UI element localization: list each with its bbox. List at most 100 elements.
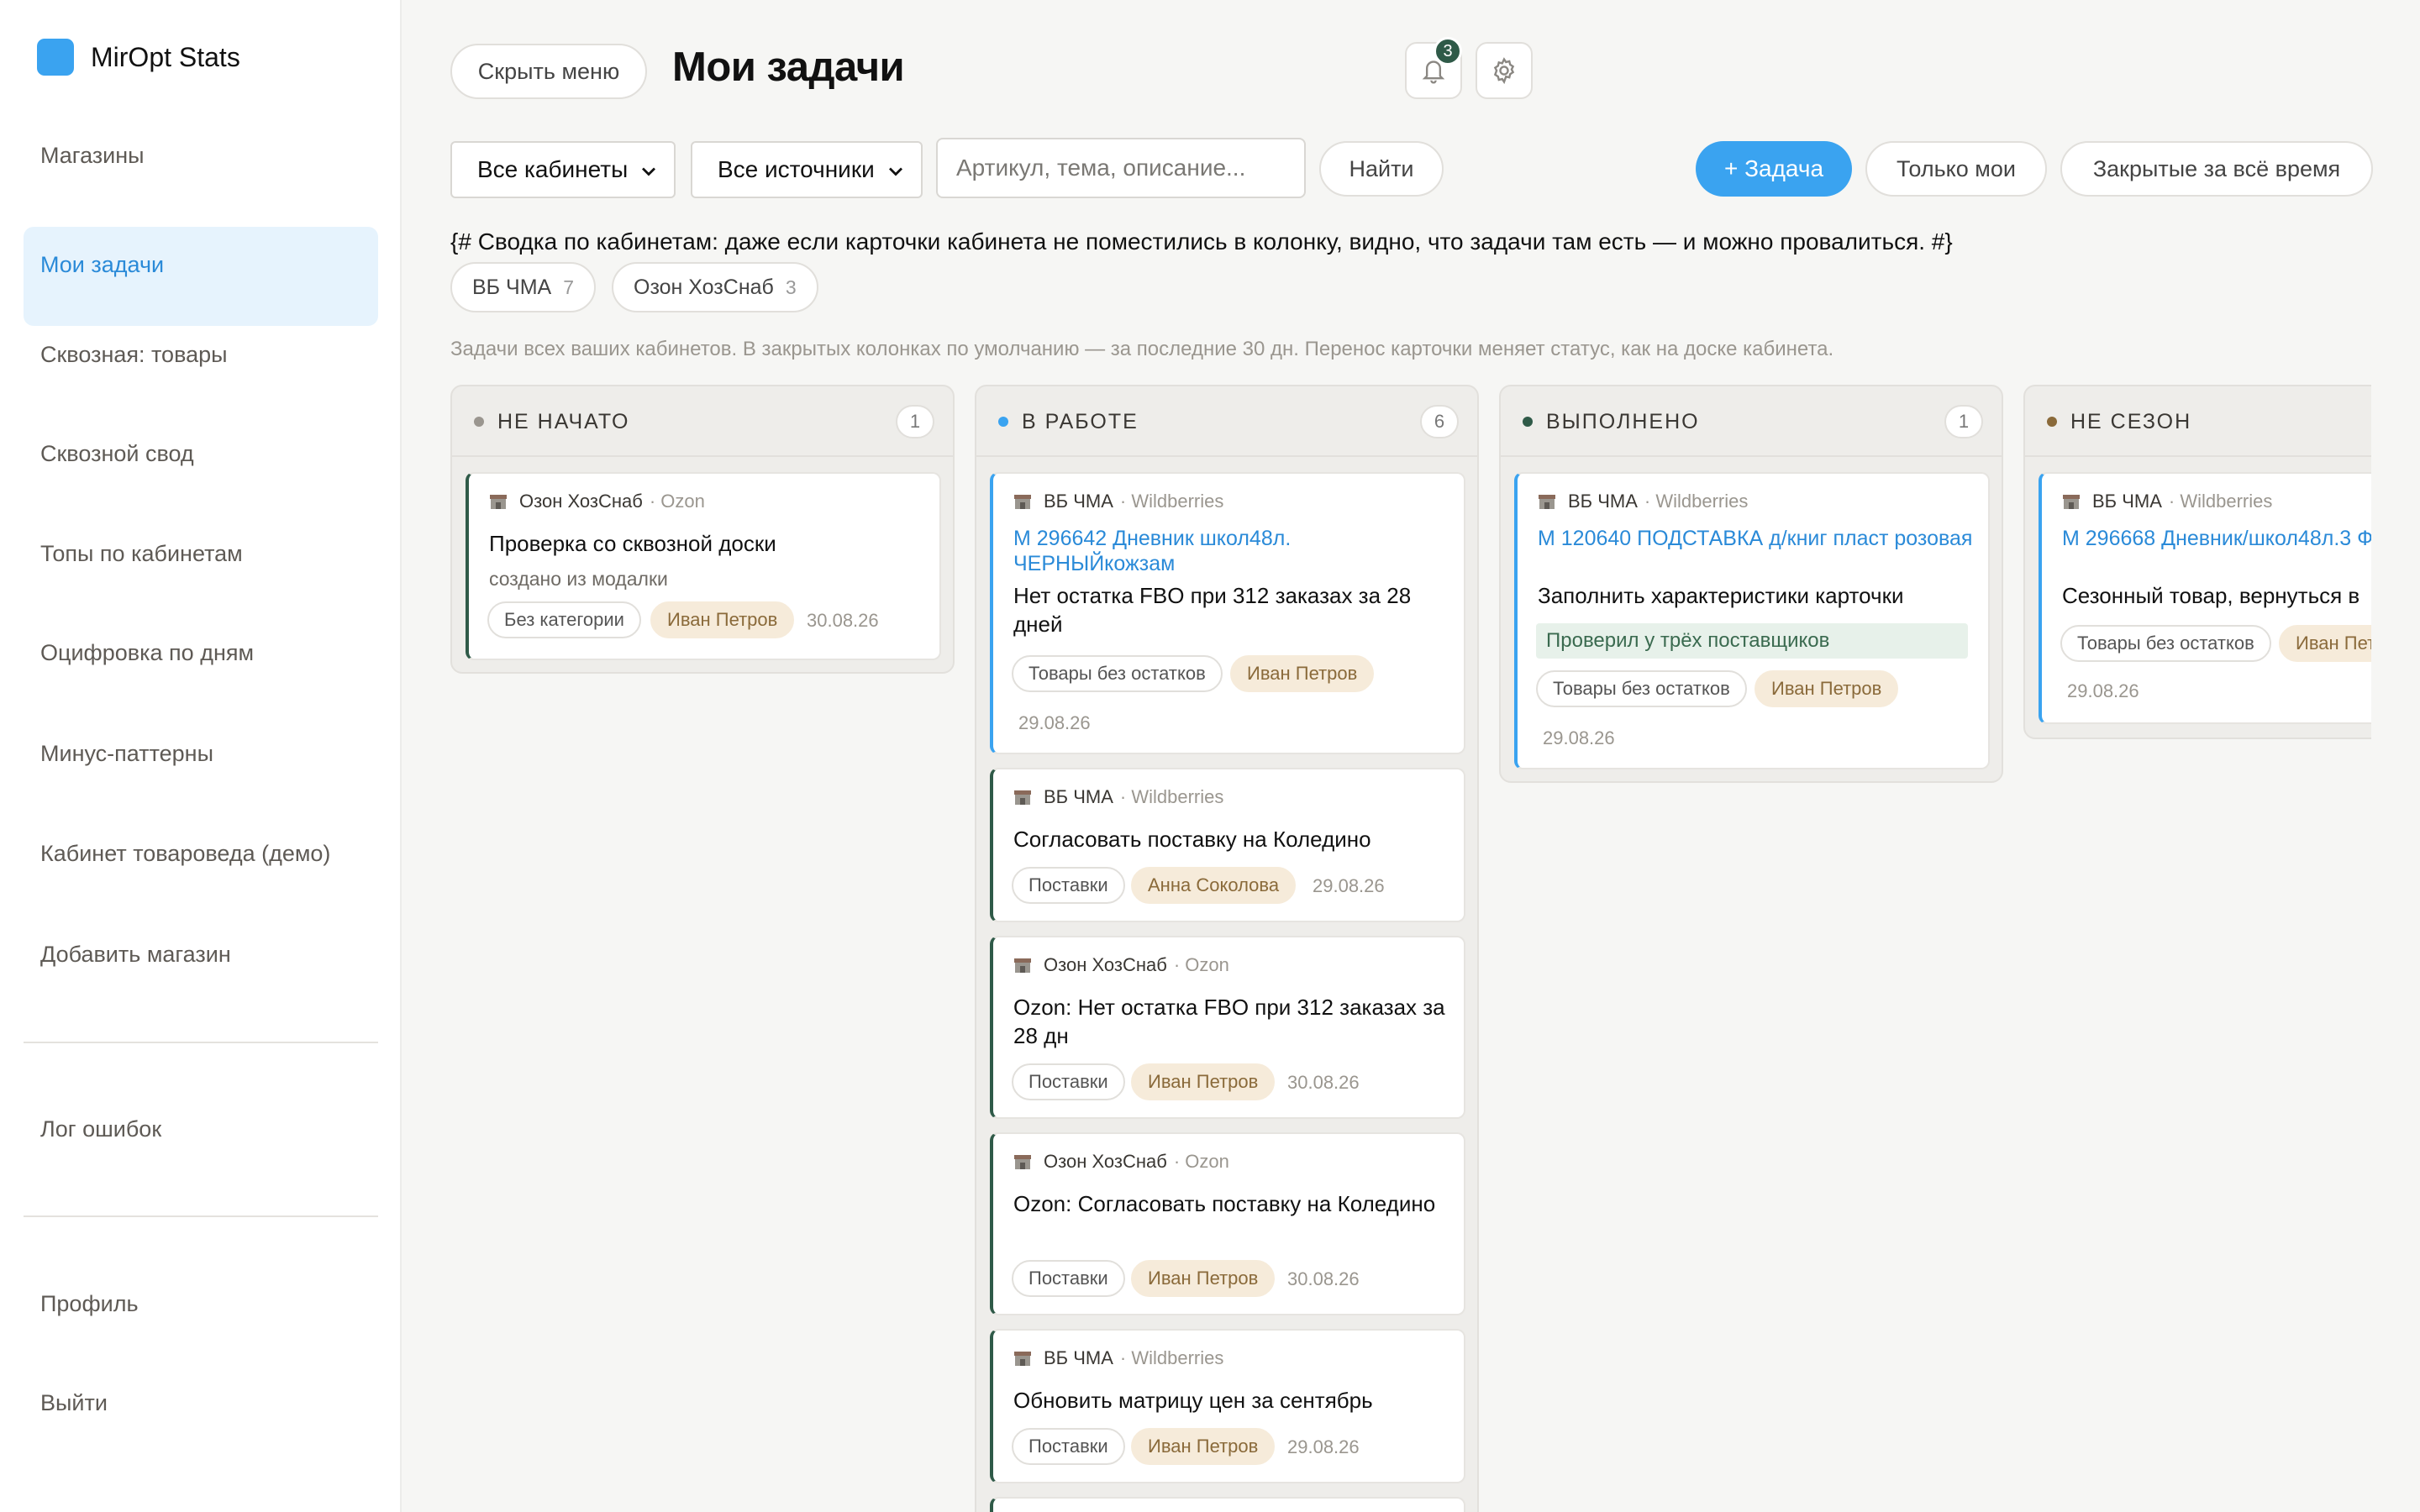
- only-mine-button[interactable]: Только мои: [1865, 141, 2047, 197]
- category-tag[interactable]: Поставки: [1012, 1063, 1125, 1100]
- task-card[interactable]: ВБ ЧМА · Wildberries Согласовать поставк…: [990, 768, 1465, 922]
- task-card[interactable]: [990, 1497, 1465, 1512]
- assignee-tag[interactable]: Иван Петров: [1230, 655, 1375, 692]
- sidebar-item-logout[interactable]: Выйти: [24, 1353, 378, 1452]
- card-shop: Озон ХозСнаб: [1044, 1151, 1167, 1172]
- card-note: Проверил у трёх поставщиков: [1536, 623, 1968, 659]
- sidebar-item-shops[interactable]: Магазины: [24, 106, 378, 205]
- notifications-badge: 3: [1434, 37, 1462, 66]
- sidebar-item-cross-products[interactable]: Сквозная: товары: [24, 305, 378, 404]
- card-source: · Ozon: [1173, 954, 1229, 975]
- column-not-started: НЕ НАЧАТО 1 Озон ХозСнаб · Ozon Проверка…: [450, 385, 955, 674]
- sidebar-item-label: Мои задачи: [40, 252, 165, 277]
- category-tag[interactable]: Поставки: [1012, 1260, 1125, 1297]
- card-shop: ВБ ЧМА: [1044, 491, 1113, 512]
- sidebar-item-profile[interactable]: Профиль: [24, 1254, 378, 1353]
- sidebar-item-merch-cabinet[interactable]: Кабинет товароведа (демо): [24, 804, 378, 903]
- shop-icon: [1014, 495, 1031, 509]
- source-select-value: Все источники: [718, 156, 875, 182]
- column-header: НЕ НАЧАТО 1: [452, 386, 953, 457]
- product-link[interactable]: М 296668 Дневник/школ48л.3 ФЛОРА: [2062, 526, 2371, 551]
- closed-all-time-button[interactable]: Закрытые за всё время: [2060, 141, 2373, 197]
- sidebar-item-tops[interactable]: Топы по кабинетам: [24, 504, 378, 603]
- column-count: 6: [1420, 405, 1459, 438]
- column-title: НЕ НАЧАТО: [497, 410, 630, 433]
- assignee-tag[interactable]: Иван Петров: [650, 601, 795, 638]
- search-input[interactable]: [936, 138, 1306, 198]
- sidebar-item-label: Сквозной свод: [40, 440, 194, 466]
- assignee-tag[interactable]: Иван Петров: [1131, 1063, 1276, 1100]
- card-date: 30.08.26: [1287, 1268, 1360, 1289]
- card-source: · Ozon: [649, 491, 705, 512]
- card-title: Обновить матрицу цен за сентябрь: [1013, 1388, 1373, 1413]
- assignee-tag[interactable]: Иван Петров: [1131, 1260, 1276, 1297]
- card-source: · Wildberries: [2168, 491, 2273, 512]
- card-subtitle: создано из модалки: [489, 568, 668, 590]
- summary-text: {# Сводка по кабинетам: даже если карточ…: [450, 228, 1953, 255]
- status-dot: [1523, 417, 1533, 427]
- sidebar-item-daily[interactable]: Оцифровка по дням: [24, 603, 378, 702]
- card-title: Сезонный товар, вернуться в: [2062, 583, 2360, 608]
- category-tag[interactable]: Товары без остатков: [1012, 655, 1223, 692]
- cabinet-chip-label: Озон ХозСнаб: [634, 275, 774, 299]
- assignee-tag[interactable]: Анна Соколова: [1131, 867, 1297, 904]
- card-source: · Wildberries: [1119, 786, 1224, 807]
- card-title: Заполнить характеристики карточки: [1538, 583, 1904, 608]
- sidebar-item-label: Кабинет товароведа (демо): [40, 840, 331, 866]
- chevron-down-icon: [889, 167, 902, 176]
- shop-icon: [1539, 495, 1555, 509]
- task-card[interactable]: Озон ХозСнаб · Ozon Ozon: Согласовать по…: [990, 1132, 1465, 1315]
- sidebar-item-cross-summary[interactable]: Сквозной свод: [24, 404, 378, 503]
- card-title: Ozon: Согласовать поставку на Коледино: [1013, 1191, 1436, 1216]
- card-source: · Wildberries: [1119, 1347, 1224, 1368]
- card-shop: ВБ ЧМА: [2092, 491, 2162, 512]
- add-task-button[interactable]: + Задача: [1696, 141, 1852, 197]
- card-date: 30.08.26: [1287, 1072, 1360, 1093]
- sidebar-item-minus-patterns[interactable]: Минус-паттерны: [24, 704, 378, 803]
- cabinet-chip-ozon[interactable]: Озон ХозСнаб 3: [612, 262, 818, 312]
- settings-button[interactable]: [1476, 42, 1533, 99]
- shop-icon: [1014, 958, 1031, 973]
- card-meta: Озон ХозСнаб · Ozon: [1013, 954, 1229, 976]
- hide-menu-button[interactable]: Скрыть меню: [450, 44, 647, 99]
- card-shop: ВБ ЧМА: [1044, 786, 1113, 807]
- task-card[interactable]: ВБ ЧМА · Wildberries М 120640 ПОДСТАВКА …: [1514, 472, 1990, 769]
- task-card[interactable]: ВБ ЧМА · Wildberries М 296668 Дневник/шк…: [2039, 472, 2371, 724]
- task-card[interactable]: Озон ХозСнаб · Ozon Проверка со сквозной…: [466, 472, 941, 660]
- notifications-button[interactable]: 3: [1405, 37, 1462, 99]
- card-shop: Озон ХозСнаб: [519, 491, 643, 512]
- product-link[interactable]: М 120640 ПОДСТАВКА д/книг пласт розовая: [1538, 526, 1975, 551]
- card-date: 30.08.26: [807, 610, 879, 631]
- task-card[interactable]: ВБ ЧМА · Wildberries М 296642 Дневник шк…: [990, 472, 1465, 754]
- category-tag[interactable]: Поставки: [1012, 867, 1125, 904]
- sidebar-item-error-log[interactable]: Лог ошибок: [24, 1079, 378, 1179]
- category-tag[interactable]: Поставки: [1012, 1428, 1125, 1465]
- cabinet-chip-vb[interactable]: ВБ ЧМА 7: [450, 262, 596, 312]
- card-date: 29.08.26: [2067, 680, 2139, 701]
- sidebar-item-label: Выйти: [40, 1389, 108, 1415]
- task-card[interactable]: ВБ ЧМА · Wildberries Обновить матрицу це…: [990, 1329, 1465, 1483]
- category-tag[interactable]: Без категории: [487, 601, 641, 638]
- task-card[interactable]: Озон ХозСнаб · Ozon Ozon: Нет остатка FB…: [990, 936, 1465, 1119]
- brand[interactable]: MirOpt Stats: [37, 39, 240, 76]
- board-hint: Задачи всех ваших кабинетов. В закрытых …: [450, 338, 1834, 360]
- card-title: Проверка со сквозной доски: [489, 531, 776, 556]
- card-shop: ВБ ЧМА: [1044, 1347, 1113, 1368]
- sidebar-item-label: Топы по кабинетам: [40, 540, 243, 566]
- cabinet-chip-count: 7: [563, 276, 574, 298]
- category-tag[interactable]: Товары без остатков: [2060, 625, 2271, 662]
- assignee-tag[interactable]: Иван Петров: [2279, 625, 2371, 662]
- cabinet-chip-label: ВБ ЧМА: [472, 275, 552, 299]
- category-tag[interactable]: Товары без остатков: [1536, 670, 1747, 707]
- assignee-tag[interactable]: Иван Петров: [1754, 670, 1899, 707]
- sidebar-item-add-shop[interactable]: Добавить магазин: [24, 905, 378, 1004]
- product-link[interactable]: М 296642 Дневник школ48л. ЧЕРНЫЙкожзам: [1013, 526, 1450, 576]
- column-count: 1: [896, 405, 934, 438]
- find-button[interactable]: Найти: [1319, 141, 1444, 197]
- cabinet-select[interactable]: Все кабинеты: [450, 141, 676, 198]
- source-select[interactable]: Все источники: [691, 141, 923, 198]
- card-meta: ВБ ЧМА · Wildberries: [1013, 491, 1223, 512]
- assignee-tag[interactable]: Иван Петров: [1131, 1428, 1276, 1465]
- divider: [24, 1215, 378, 1217]
- card-shop: ВБ ЧМА: [1568, 491, 1638, 512]
